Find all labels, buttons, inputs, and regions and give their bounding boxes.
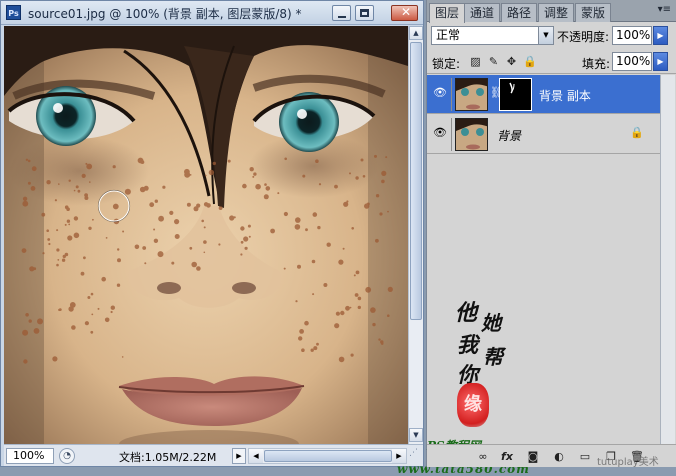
- document-size-info: 文档:1.05M/2.22M: [119, 451, 217, 464]
- tab-paths[interactable]: 路径: [501, 3, 538, 22]
- lock-all-padlock-icon[interactable]: 🔒: [523, 55, 537, 68]
- status-info-arrow-icon[interactable]: ▶: [232, 448, 246, 464]
- layer-thumbnail-image: [456, 119, 487, 150]
- layer-name-background-copy[interactable]: 背景 副本: [539, 87, 591, 104]
- layers-panel: 图层 通道 路径 调整 蒙版 ▾≡ 正常 ▼ 不透明度: 100% ▶ 锁定: …: [397, 0, 676, 476]
- scroll-up-icon[interactable]: ▲: [409, 26, 423, 40]
- layer-lock-icon: 🔒: [630, 126, 644, 139]
- photoshop-logo-icon: Ps: [6, 5, 21, 20]
- red-seal-stamp: 缘: [457, 383, 489, 427]
- layer-thumbnail-image: [456, 79, 487, 110]
- status-menu-icon[interactable]: ◔: [59, 448, 75, 464]
- add-layer-mask-icon[interactable]: ◙: [525, 449, 541, 464]
- lock-label: 锁定:: [432, 57, 461, 71]
- layer-list: 👁 ⛓ 背景 副本 👁 背景 🔒 他 她 我 帮 你 缘 www.tata580…: [397, 75, 660, 476]
- layer-mask-thumbnail[interactable]: [499, 78, 532, 111]
- layers-panel-footer: ∞ fx ◙ ◐ ▭ ❐ 🗑 tutuplay美术: [427, 444, 676, 468]
- watermark-char: 帮: [483, 345, 503, 369]
- lock-image-brush-icon[interactable]: ✎: [487, 55, 500, 68]
- tab-masks[interactable]: 蒙版: [575, 3, 612, 22]
- horizontal-scroll-thumb[interactable]: [264, 450, 392, 462]
- close-button[interactable]: ✕: [391, 5, 418, 21]
- scroll-left-icon[interactable]: ◀: [249, 449, 263, 463]
- image-canvas[interactable]: [4, 26, 408, 444]
- scroll-right-icon[interactable]: ▶: [392, 449, 406, 463]
- adjustment-layer-icon[interactable]: ◐: [551, 449, 567, 464]
- panel-tab-bar: 图层 通道 路径 调整 蒙版 ▾≡: [427, 0, 676, 23]
- status-bar: 100% ◔ 文档:1.05M/2.22M ▶ ◀ ▶ ⋰: [4, 444, 423, 466]
- watermark-char: 他: [455, 300, 478, 326]
- opacity-label: 不透明度:: [557, 30, 610, 44]
- horizontal-scrollbar[interactable]: ◀ ▶: [248, 448, 407, 464]
- panel-menu-icon[interactable]: ▾≡: [658, 4, 671, 15]
- brush-calligraphy-watermark: 他 她 我 帮 你: [451, 221, 539, 411]
- document-titlebar[interactable]: Ps source01.jpg @ 100% (背景 副本, 图层蒙版/8) *…: [1, 1, 423, 25]
- eye-visibility-icon[interactable]: 👁: [433, 87, 447, 98]
- layer-thumbnail[interactable]: [455, 78, 488, 111]
- watermark-char: 她: [481, 311, 501, 335]
- eye-divider: [451, 78, 452, 111]
- fill-label: 填充:: [582, 57, 611, 71]
- portrait-image: [4, 26, 408, 444]
- zoom-level-field[interactable]: 100%: [6, 448, 54, 464]
- layer-thumbnail[interactable]: [455, 118, 488, 151]
- fill-input[interactable]: 100%: [612, 52, 652, 71]
- layer-name-background[interactable]: 背景: [497, 127, 521, 144]
- document-title: source01.jpg @ 100% (背景 副本, 图层蒙版/8) *: [28, 7, 302, 21]
- close-icon: ✕: [401, 5, 412, 19]
- vertical-scrollbar[interactable]: ▲ ▼: [408, 26, 423, 444]
- layer-style-fx-icon[interactable]: fx: [499, 449, 515, 464]
- document-window: Ps source01.jpg @ 100% (背景 副本, 图层蒙版/8) *…: [0, 0, 424, 467]
- tab-adjustments[interactable]: 调整: [538, 3, 575, 22]
- fill-slider-arrow-icon[interactable]: ▶: [653, 52, 668, 71]
- opacity-input[interactable]: 100%: [612, 26, 652, 45]
- new-group-folder-icon[interactable]: ▭: [577, 449, 593, 464]
- lock-position-move-icon[interactable]: ✥: [505, 55, 518, 68]
- tab-layers[interactable]: 图层: [429, 3, 466, 23]
- footer-credit-watermark: tutuplay美术: [597, 457, 659, 468]
- blend-mode-select[interactable]: 正常 ▼: [431, 26, 554, 45]
- scroll-down-icon[interactable]: ▼: [409, 428, 423, 442]
- minimize-icon: [338, 16, 346, 18]
- watermark-char: 我: [457, 332, 478, 357]
- maximize-icon: [360, 9, 369, 17]
- maximize-button[interactable]: [355, 5, 374, 21]
- layer-row-background-copy[interactable]: 👁 ⛓ 背景 副本: [427, 75, 660, 114]
- layer-mask-image: [500, 79, 531, 110]
- blend-options-row: 正常 ▼ 不透明度: 100% ▶: [427, 23, 676, 49]
- vertical-scroll-thumb[interactable]: [410, 42, 422, 320]
- lock-transparency-icon[interactable]: ▨: [469, 55, 482, 68]
- lock-options-row: 锁定: ▨ ✎ ✥ 🔒 填充: 100% ▶: [427, 50, 676, 74]
- layer-list-scrollbar[interactable]: [660, 75, 675, 444]
- opacity-slider-arrow-icon[interactable]: ▶: [653, 26, 668, 45]
- minimize-button[interactable]: [332, 5, 351, 21]
- eye-divider: [451, 118, 452, 151]
- chevron-down-icon[interactable]: ▼: [538, 27, 553, 44]
- eye-visibility-icon[interactable]: 👁: [433, 127, 447, 138]
- layer-row-background[interactable]: 👁 背景 🔒: [427, 115, 660, 154]
- link-layers-icon[interactable]: ∞: [475, 449, 491, 464]
- tab-channels[interactable]: 通道: [464, 3, 501, 22]
- blend-mode-value: 正常: [436, 28, 461, 42]
